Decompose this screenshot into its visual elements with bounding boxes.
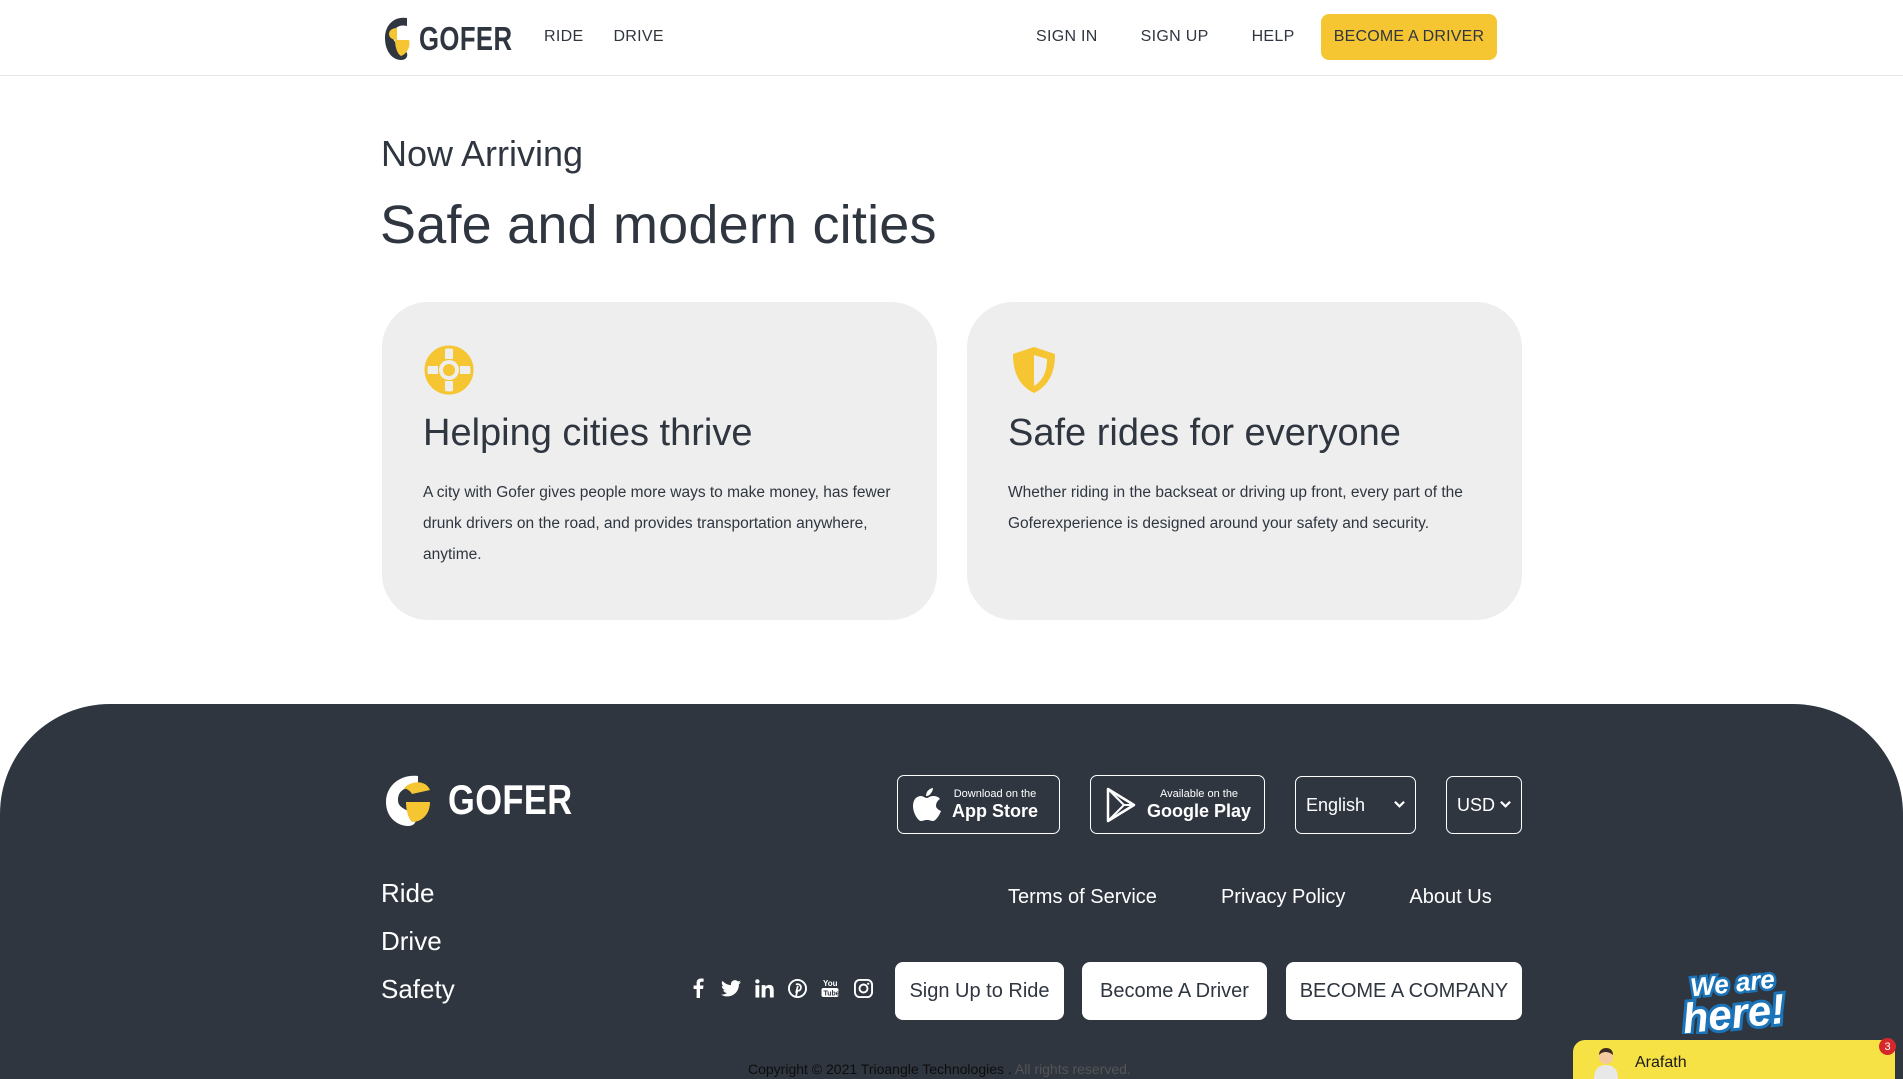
chat-agent-name: Arafath — [1635, 1053, 1687, 1071]
page-title: Safe and modern cities — [380, 195, 937, 255]
become-a-driver-footer-button[interactable]: Become A Driver — [1082, 962, 1267, 1020]
logo-wordmark: GOFER — [419, 20, 513, 57]
copyright-owner: Copyright © 2021 Trioangle Technologies … — [748, 1061, 1012, 1077]
lifebuoy-icon — [424, 345, 474, 395]
chat-welcome-banner[interactable]: We are here! — [1662, 962, 1807, 1034]
app-store-button[interactable]: Download on the App Store — [897, 775, 1060, 834]
nav-drive[interactable]: DRIVE — [613, 28, 663, 46]
svg-text:You: You — [823, 979, 838, 988]
copyright-text: Copyright © 2021 Trioangle Technologies … — [748, 1061, 1131, 1077]
nav-help[interactable]: HELP — [1252, 28, 1295, 46]
apple-icon — [913, 787, 941, 821]
linkedin-icon[interactable] — [754, 978, 774, 998]
footer-nav-safety[interactable]: Safety — [381, 975, 455, 1004]
about-us-link[interactable]: About Us — [1409, 886, 1491, 909]
top-header: GOFER RIDE DRIVE SIGN IN SIGN UP HELP BE… — [0, 0, 1903, 76]
shield-icon — [1013, 347, 1055, 393]
card-title: Safe rides for everyone — [1008, 412, 1401, 454]
google-play-button[interactable]: Available on the Google Play — [1090, 775, 1265, 834]
site-footer — [0, 704, 1903, 1079]
chevron-down-icon — [1500, 800, 1511, 808]
chat-bar[interactable]: Arafath — [1573, 1040, 1895, 1079]
card-body: A city with Gofer gives people more ways… — [423, 484, 891, 563]
pinterest-icon[interactable] — [787, 978, 807, 998]
feature-card-safety: Safe rides for everyone Whether riding i… — [967, 302, 1522, 620]
app-store-caption: Download on the — [953, 787, 1037, 800]
google-play-label: Google Play — [1147, 800, 1252, 821]
instagram-icon[interactable] — [853, 978, 873, 998]
social-links: You Tube — [688, 978, 873, 998]
footer-logo[interactable]: GOFER — [382, 772, 600, 828]
chevron-down-icon — [1394, 800, 1405, 808]
primary-nav: RIDE DRIVE — [544, 28, 664, 46]
footer-nav-ride[interactable]: Ride — [381, 879, 455, 908]
agent-avatar — [1594, 1047, 1618, 1079]
currency-select-value: USD — [1457, 794, 1496, 815]
google-play-caption: Available on the — [1159, 787, 1239, 800]
svg-text:Tube: Tube — [824, 991, 840, 998]
app-store-label: App Store — [952, 800, 1039, 821]
become-a-driver-button[interactable]: BECOME A DRIVER — [1321, 14, 1497, 60]
become-a-company-button[interactable]: BECOME A COMPANY — [1286, 962, 1522, 1020]
nav-ride[interactable]: RIDE — [544, 28, 583, 46]
feature-card-cities: Helping cities thrive A city with Gofer … — [382, 302, 937, 620]
section-eyebrow: Now Arriving — [381, 133, 584, 174]
footer-logo-wordmark: GOFER — [448, 776, 573, 823]
gofer-logo-mark-icon — [385, 17, 410, 60]
footer-nav-drive[interactable]: Drive — [381, 927, 455, 956]
terms-of-service-link[interactable]: Terms of Service — [1008, 886, 1157, 909]
facebook-icon[interactable] — [688, 978, 708, 998]
gofer-logo-mark-icon — [386, 775, 430, 826]
unread-badge: 3 — [1879, 1038, 1896, 1055]
google-play-icon — [1106, 787, 1136, 822]
sign-up-to-ride-button[interactable]: Sign Up to Ride — [895, 962, 1064, 1020]
card-title: Helping cities thrive — [423, 412, 753, 454]
language-select[interactable]: English — [1295, 776, 1416, 834]
twitter-icon[interactable] — [721, 978, 741, 998]
nav-sign-up[interactable]: SIGN UP — [1141, 28, 1209, 46]
account-nav: SIGN IN SIGN UP HELP — [1036, 28, 1295, 46]
copyright-rights: All rights reserved. — [1014, 1061, 1131, 1077]
currency-select[interactable]: USD — [1446, 776, 1522, 834]
privacy-policy-link[interactable]: Privacy Policy — [1221, 886, 1345, 909]
language-select-value: English — [1306, 794, 1366, 815]
nav-sign-in[interactable]: SIGN IN — [1036, 28, 1098, 46]
gofer-logo[interactable]: GOFER — [381, 14, 539, 64]
youtube-icon[interactable]: You Tube — [820, 978, 840, 998]
footer-nav: Ride Drive Safety — [381, 879, 455, 1004]
card-body: Whether riding in the backseat or drivin… — [1008, 484, 1463, 532]
footer-links: Terms of Service Privacy Policy About Us — [1008, 886, 1492, 909]
